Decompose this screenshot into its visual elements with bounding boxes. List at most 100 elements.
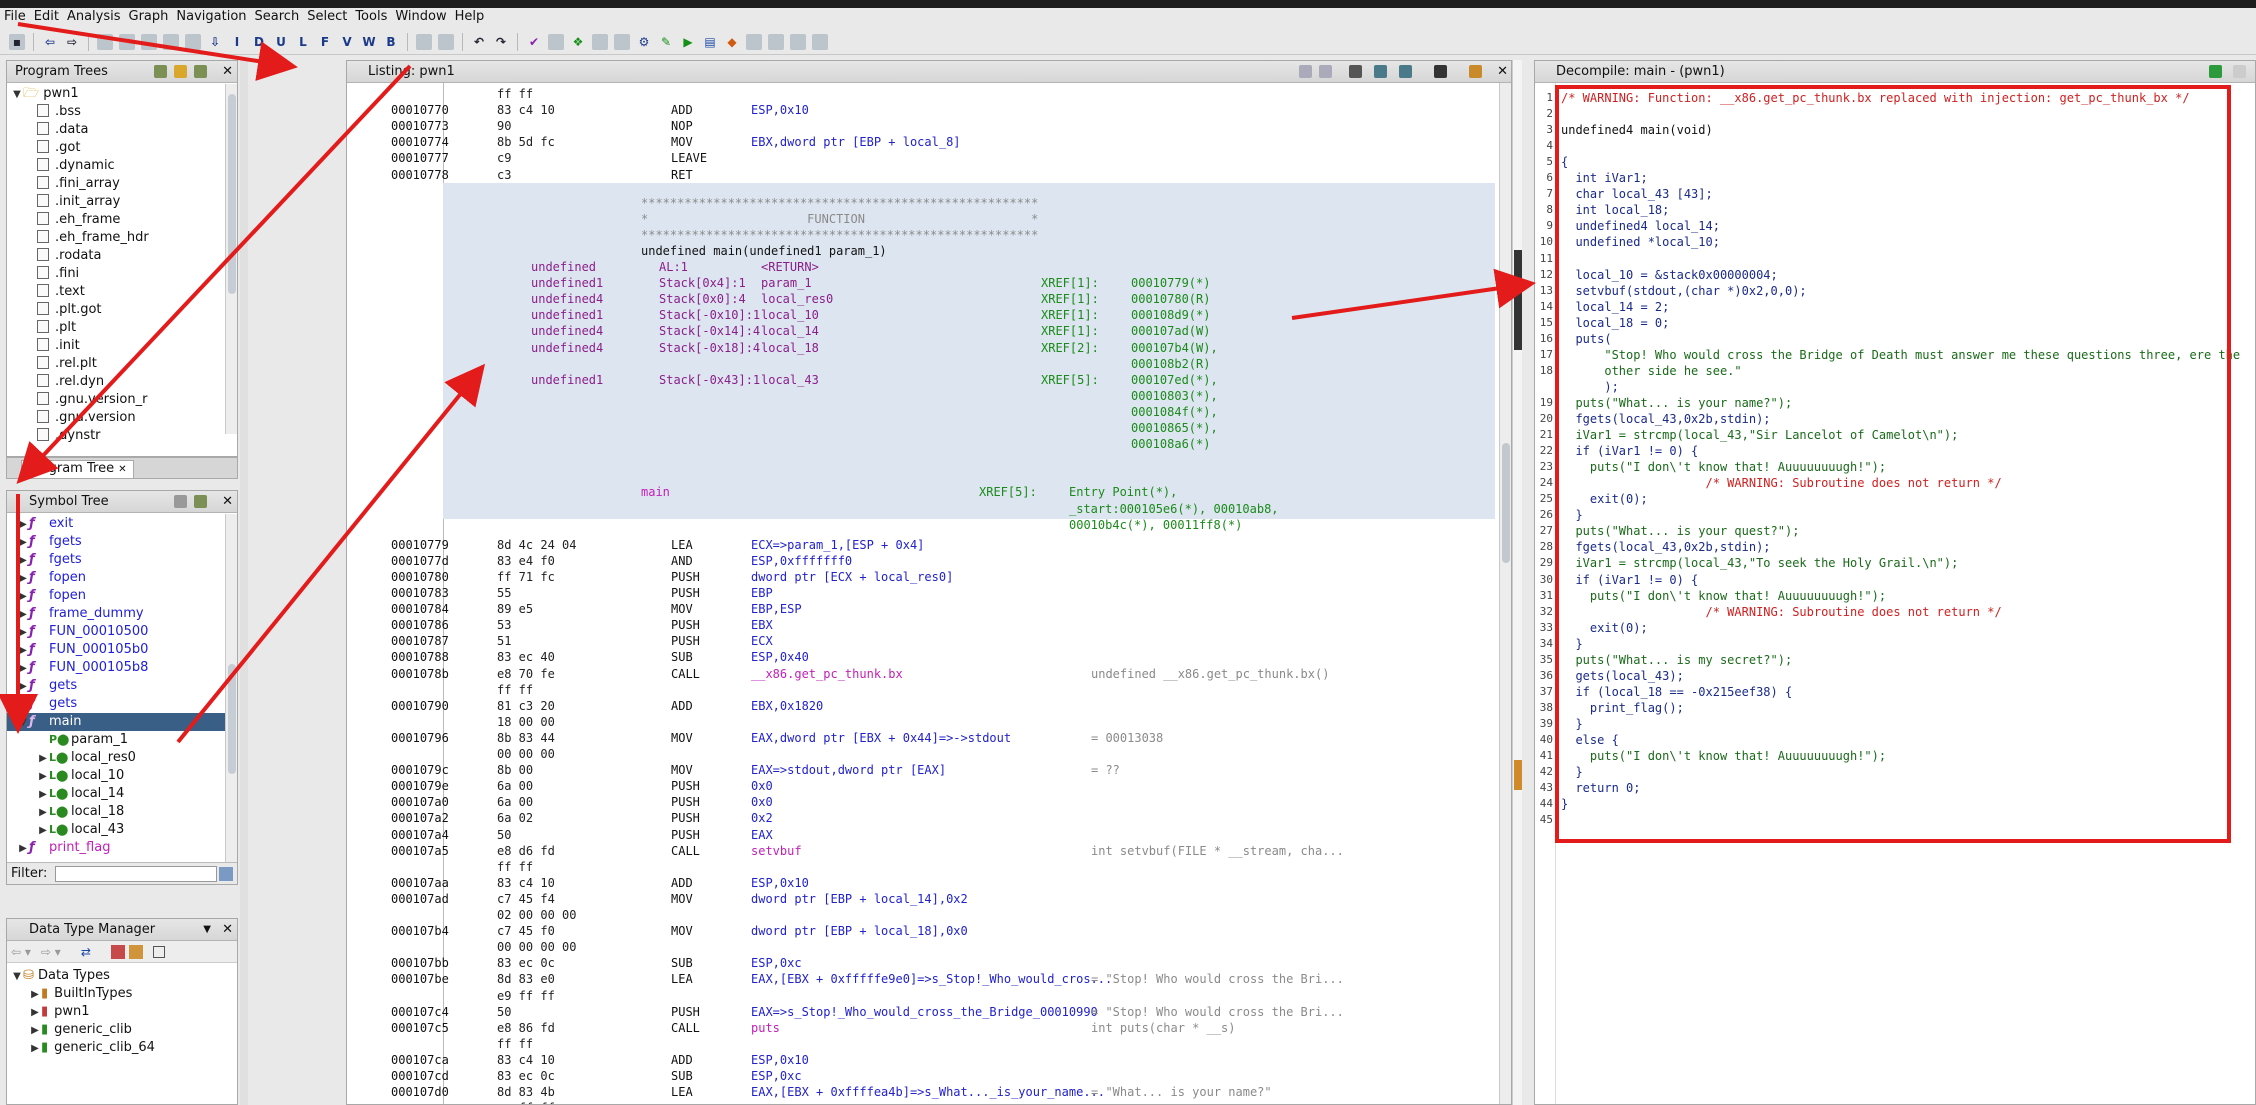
data-type-archive[interactable]: ▶ ▮ pwn1 [11,1003,237,1021]
bytes-icon[interactable] [614,33,630,50]
symbol-tree-item[interactable]: ▶ ƒ frame_dummy [17,605,237,623]
program-tree-item[interactable]: .dynamic [11,157,237,175]
program-tree-item[interactable]: .rel.plt [11,355,237,373]
scripts-manager-icon[interactable]: ▤ [702,34,718,50]
program-tree-item[interactable]: .init_array [11,193,237,211]
filter-icon[interactable] [128,944,143,959]
menu-file[interactable]: File [0,8,30,26]
tab-program-tree[interactable]: Program Tree ✕ [21,460,134,479]
terminal-icon[interactable] [768,33,784,50]
chevron-right-icon[interactable]: ▶ [17,552,29,570]
next-w-icon[interactable]: W [361,34,377,50]
filter-icon[interactable] [110,944,125,959]
next-f-icon[interactable]: F [317,34,333,50]
layout-icon[interactable] [1374,65,1387,78]
program-tree-item[interactable]: .text [11,283,237,301]
snapshot-icon[interactable] [812,33,828,50]
window-icon[interactable] [746,33,762,50]
program-tree-item[interactable]: .init [11,337,237,355]
chevron-right-icon[interactable]: ▶ [17,570,29,588]
chevron-down-icon[interactable]: ▼ [203,919,211,941]
symbol-tree-local[interactable]: ▶ L⬤ local_res0 [17,749,237,767]
program-tree-item[interactable]: .plt.got [11,301,237,319]
vertical-scrollbar[interactable] [1499,83,1511,1104]
chevron-right-icon[interactable]: ▶ [17,840,29,858]
data-type-archive[interactable]: ▶ ▮ generic_clib_64 [11,1039,237,1057]
nav-icon[interactable] [185,33,201,50]
symbol-tree-item[interactable]: ▶ ƒ FUN_000105b0 [17,641,237,659]
program-tree-item[interactable]: .gnu.version [11,409,237,427]
scrollbar-thumb[interactable] [228,94,236,294]
tree-tool-icon[interactable] [174,495,187,508]
tree-root[interactable]: ▼ ⛁ Data Types [11,967,237,985]
chevron-right-icon[interactable]: ▶ [37,768,49,786]
symbol-tree-item[interactable]: ▶ ƒ fgets [17,551,237,569]
overview-bar[interactable] [1512,60,1522,1105]
symbol-tree-item[interactable]: ▶ ƒ FUN_000105b8 [17,659,237,677]
symbol-tree-item[interactable]: ▶ ƒ fopen [17,587,237,605]
nav-icon[interactable] [119,33,135,50]
redo-icon[interactable]: ↷ [493,34,509,50]
tree-tool-icon[interactable] [194,495,207,508]
next-data-icon[interactable]: I [229,34,245,50]
program-tree-item[interactable]: .fini_array [11,175,237,193]
program-tree-item[interactable]: .plt [11,319,237,337]
back-arrow-icon[interactable]: ⇦ [42,34,58,50]
chevron-right-icon[interactable]: ▶ [17,606,29,624]
chevron-right-icon[interactable]: ▶ [37,822,49,840]
program-tree-item[interactable]: .bss [11,103,237,121]
chevron-right-icon[interactable]: ▶ [29,986,41,1004]
data-type-archive[interactable]: ▶ ▮ BuiltInTypes [11,985,237,1003]
chevron-right-icon[interactable]: ▶ [17,516,29,534]
menu-tools[interactable]: Tools [351,8,391,26]
chevron-right-icon[interactable]: ▶ [29,1040,41,1058]
graph-icon[interactable]: ❖ [570,34,586,50]
collapse-icon[interactable] [152,945,165,958]
tree-root[interactable]: ▼ 🗁 pwn1 [11,85,237,103]
forward-arrow-icon[interactable]: ⇨ ▾ [41,945,61,959]
symbol-tree-item[interactable]: ▶ ƒ exit [17,515,237,533]
next-undefined-icon[interactable]: D [251,34,267,50]
chevron-down-icon[interactable]: ▼ [11,968,23,986]
chevron-down-icon[interactable]: ▼ [11,86,23,104]
memory-icon[interactable] [592,33,608,50]
close-icon[interactable]: ✕ [222,61,233,83]
menu-analysis[interactable]: Analysis [63,8,125,26]
symbol-tree-local[interactable]: ▶ L⬤ local_18 [17,803,237,821]
program-tree-item[interactable]: .gnu.version_r [11,391,237,409]
chevron-right-icon[interactable]: ▶ [17,624,29,642]
data-type-archive[interactable]: ▶ ▮ generic_clib [11,1021,237,1039]
program-tree-item[interactable]: .eh_frame_hdr [11,229,237,247]
copy-icon[interactable] [2233,65,2246,78]
filter-options-icon[interactable] [219,867,233,881]
program-tree-item[interactable]: .rel.dyn [11,373,237,391]
bookmark-icon[interactable]: ◆ [724,34,740,50]
chevron-right-icon[interactable]: ▶ [17,696,29,714]
edit-icon[interactable] [1399,65,1412,78]
chevron-right-icon[interactable]: ▶ [17,534,29,552]
symbol-tree-item-main[interactable]: ▼ ƒ main [7,713,237,731]
symbol-tree-local[interactable]: P⬤ param_1 [17,731,237,749]
function-graph-icon[interactable]: ⚙ [636,34,652,50]
copy-icon[interactable] [438,33,454,50]
nav-icon[interactable] [141,33,157,50]
chevron-down-icon[interactable]: ▼ [17,714,29,732]
nav-icon[interactable] [97,33,113,50]
close-icon[interactable]: ✕ [118,464,126,475]
splitter[interactable] [240,60,248,1105]
menu-window[interactable]: Window [391,8,450,26]
next-v-icon[interactable]: V [339,34,355,50]
symbol-tree-local[interactable]: ▶ L⬤ local_43 [17,821,237,839]
program-tree-item[interactable]: .rodata [11,247,237,265]
scrollbar-thumb[interactable] [228,664,236,774]
chevron-right-icon[interactable]: ▶ [17,642,29,660]
menu-graph[interactable]: Graph [125,8,173,26]
next-function-icon[interactable]: L [295,34,311,50]
vertical-scrollbar[interactable] [225,514,237,864]
home-icon[interactable] [790,33,806,50]
folder-icon[interactable] [174,65,187,78]
vertical-scrollbar[interactable] [225,84,237,434]
snapshot-icon[interactable] [1434,65,1447,78]
menu-navigation[interactable]: Navigation [172,8,250,26]
symbol-tree-item[interactable]: ▶ ƒ FUN_00010500 [17,623,237,641]
